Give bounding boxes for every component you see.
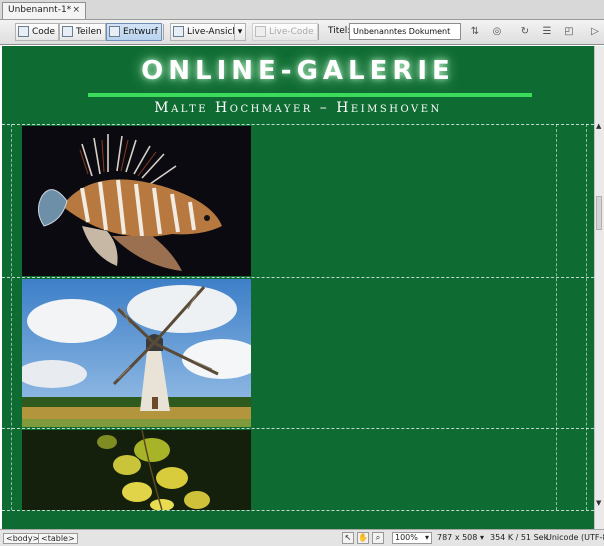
toolbar-separator bbox=[318, 24, 319, 40]
table-border bbox=[11, 124, 13, 510]
scroll-up-arrow-icon[interactable]: ▲ bbox=[596, 122, 601, 130]
visual-aids-icon[interactable]: ◰ bbox=[562, 25, 576, 39]
table-border bbox=[2, 510, 594, 512]
preview-in-browser-icon[interactable]: ◎ bbox=[490, 25, 504, 39]
tag-selector-table[interactable]: <table> bbox=[38, 533, 78, 544]
gallery-image-yellow-leaves[interactable] bbox=[22, 430, 251, 510]
window-size[interactable]: 787 x 508 bbox=[437, 533, 477, 542]
chevron-down-icon: ▾ bbox=[424, 533, 429, 542]
live-view-icon bbox=[173, 26, 184, 37]
title-rule bbox=[88, 93, 532, 97]
zoom-value: 100% bbox=[395, 533, 418, 542]
tag-selector-body[interactable]: <body> bbox=[3, 533, 43, 544]
vertical-scrollbar[interactable]: ▲ ▼ bbox=[594, 46, 604, 529]
live-view-dropdown-button[interactable]: ▾ bbox=[234, 23, 246, 41]
select-tool-icon[interactable]: ↖ bbox=[342, 532, 354, 544]
refresh-design-view-icon[interactable]: ↻ bbox=[518, 25, 532, 39]
zoom-select[interactable]: 100% ▾ bbox=[392, 532, 432, 544]
toolbar-separator bbox=[163, 24, 164, 40]
document-title-input[interactable] bbox=[349, 23, 461, 40]
document-toolbar: Code Teilen Entwurf Live-Ansicht ▾ Live-… bbox=[0, 20, 604, 45]
zoom-tool-icon[interactable]: ⌕ bbox=[372, 532, 384, 544]
live-code-icon bbox=[255, 26, 266, 37]
document-title-label: Titel: bbox=[328, 26, 351, 36]
design-view-icon bbox=[109, 26, 120, 37]
document-tab-bar: Unbenannt-1* × bbox=[0, 0, 604, 20]
page-title: ONLINE-GALERIE bbox=[141, 56, 455, 86]
toolbar-overflow-icon[interactable]: ▷ bbox=[588, 25, 602, 39]
document-size: 354 K / 51 Sek bbox=[490, 533, 549, 542]
hand-tool-icon[interactable]: ✋ bbox=[357, 532, 369, 544]
scroll-down-arrow-icon[interactable]: ▼ bbox=[596, 499, 601, 507]
design-canvas[interactable]: ONLINE-GALERIE Malte Hochmayer – Heimsho… bbox=[2, 46, 594, 529]
split-view-button[interactable]: Teilen bbox=[59, 23, 106, 41]
file-management-icon[interactable]: ⇅ bbox=[468, 25, 482, 39]
view-options-icon[interactable]: ☰ bbox=[540, 25, 554, 39]
split-view-icon bbox=[62, 26, 73, 37]
table-border bbox=[586, 124, 588, 510]
scrollbar-thumb[interactable] bbox=[596, 196, 602, 230]
document-tab-label: Unbenannt-1* bbox=[8, 5, 72, 15]
document-tab[interactable]: Unbenannt-1* × bbox=[2, 2, 86, 19]
window-size-dropdown-icon[interactable]: ▾ bbox=[480, 533, 484, 542]
page-subtitle: Malte Hochmayer – Heimshoven bbox=[154, 100, 442, 116]
split-view-label: Teilen bbox=[76, 27, 102, 37]
code-view-icon bbox=[18, 26, 29, 37]
close-tab-icon[interactable]: × bbox=[72, 3, 80, 18]
gallery-image-lionfish[interactable] bbox=[22, 126, 251, 276]
table-border bbox=[556, 124, 558, 510]
code-view-label: Code bbox=[32, 27, 56, 37]
chevron-down-icon: ▾ bbox=[237, 27, 243, 37]
design-view-label: Entwurf bbox=[123, 27, 158, 37]
live-code-button[interactable]: Live-Code bbox=[252, 23, 318, 41]
design-view-button[interactable]: Entwurf bbox=[106, 23, 162, 41]
gallery-image-windmill[interactable] bbox=[22, 279, 251, 427]
live-code-label: Live-Code bbox=[269, 27, 314, 37]
status-bar: <body> <table> ↖ ✋ ⌕ 100% ▾ 787 x 508 ▾ … bbox=[0, 529, 604, 546]
code-view-button[interactable]: Code bbox=[15, 23, 60, 41]
encoding: Unicode (UTF-8) bbox=[546, 533, 604, 542]
